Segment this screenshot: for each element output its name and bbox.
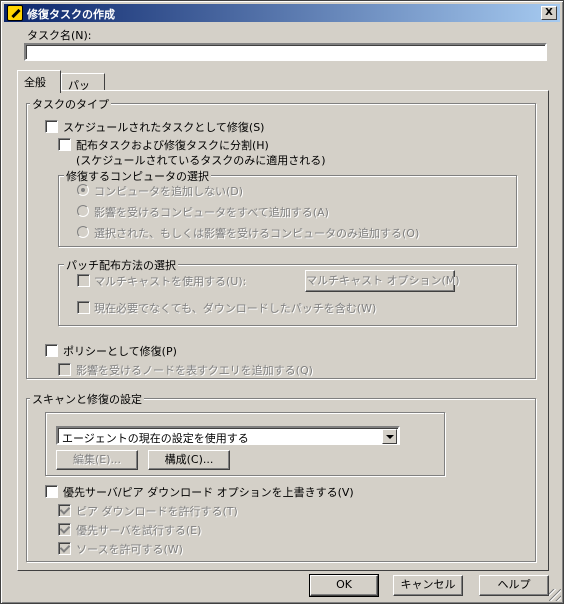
peer-download-label: ピア ダウンロードを許行する(T)	[76, 505, 238, 518]
tab-general-label: 全般	[24, 76, 46, 89]
scan-settings-selected: エージェントの現在の設定を使用する	[62, 432, 249, 445]
scheduled-repair-label: スケジュールされたタスクとして修復(S)	[63, 121, 265, 134]
scan-settings-select[interactable]: エージェントの現在の設定を使用する	[56, 426, 400, 445]
override-download-checkbox[interactable]	[45, 485, 58, 498]
multicast-label: マルチキャストを使用する(U):	[94, 275, 247, 288]
option-selected-affected-label: 選択された、もしくは影響を受けるコンピュータのみ追加する(O)	[94, 227, 420, 240]
option-all-affected-radio[interactable]	[77, 205, 89, 217]
title-bar[interactable]: 修復タスクの作成 X	[4, 4, 560, 22]
chevron-down-icon[interactable]	[382, 429, 397, 444]
option-no-computers-radio[interactable]	[77, 184, 89, 196]
tab-general[interactable]: 全般	[17, 70, 61, 93]
multicast-checkbox[interactable]	[77, 274, 90, 287]
peer-download-checkbox[interactable]	[58, 504, 71, 517]
include-downloaded-label: 現在必要でなくても、ダウンロードしたパッチを含む(W)	[94, 302, 377, 315]
task-name-input[interactable]	[24, 43, 547, 61]
split-tasks-note: (スケジュールされているタスクのみに適用される)	[76, 154, 326, 167]
patch-distribution-group-title: パッチ配布方法の選択	[64, 257, 178, 273]
scheduled-repair-checkbox[interactable]	[45, 120, 58, 133]
target-computers-group-title: 修復するコンピュータの選択	[64, 168, 211, 184]
policy-repair-checkbox[interactable]	[45, 344, 58, 357]
configure-button[interactable]: 構成(C)...	[148, 450, 230, 470]
override-download-label: 優先サーバ/ピア ダウンロード オプションを上書きする(V)	[63, 486, 354, 499]
close-button[interactable]: X	[541, 6, 557, 20]
edit-button[interactable]: 編集(E)...	[56, 450, 138, 470]
preferred-server-checkbox[interactable]	[58, 523, 71, 536]
window-title: 修復タスクの作成	[27, 8, 115, 21]
preferred-server-label: 優先サーバを試行する(E)	[76, 524, 202, 537]
multicast-options-button[interactable]: マルチキャスト オプション(M)	[305, 270, 460, 292]
scan-settings-group-title: スキャンと修復の設定	[30, 391, 144, 407]
policy-repair-label: ポリシーとして修復(P)	[63, 345, 177, 358]
include-downloaded-checkbox[interactable]	[77, 301, 90, 314]
app-icon	[7, 5, 23, 21]
add-query-label: 影響を受けるノードを表すクエリを追加する(Q)	[76, 364, 313, 377]
task-name-label: タスク名(N):	[27, 29, 92, 42]
allow-source-checkbox[interactable]	[58, 542, 71, 555]
split-tasks-checkbox[interactable]	[58, 138, 71, 151]
resize-grip-icon[interactable]	[549, 589, 561, 601]
add-query-checkbox[interactable]	[58, 363, 71, 376]
option-selected-affected-radio[interactable]	[77, 226, 89, 238]
tab-patch[interactable]: パッチ	[61, 73, 105, 108]
cancel-button[interactable]: キャンセル	[393, 575, 463, 596]
help-button[interactable]: ヘルプ	[479, 575, 549, 596]
option-no-computers-label: コンピュータを追加しない(D)	[94, 185, 244, 198]
tab-panel-general: タスクのタイプ スケジュールされたタスクとして修復(S) 配布タスクおよび修復タ…	[17, 90, 549, 571]
ok-button[interactable]: OK	[309, 574, 379, 597]
task-type-group-title: タスクのタイプ	[30, 96, 111, 112]
dialog-window: 修復タスクの作成 X タスク名(N): 全般 パッチ タスクのタイプ スケジュー…	[0, 0, 564, 604]
option-all-affected-label: 影響を受けるコンピュータをすべて追加する(A)	[94, 206, 329, 219]
allow-source-label: ソースを許可する(W)	[76, 543, 183, 556]
split-tasks-label: 配布タスクおよび修復タスクに分割(H)	[76, 139, 269, 152]
